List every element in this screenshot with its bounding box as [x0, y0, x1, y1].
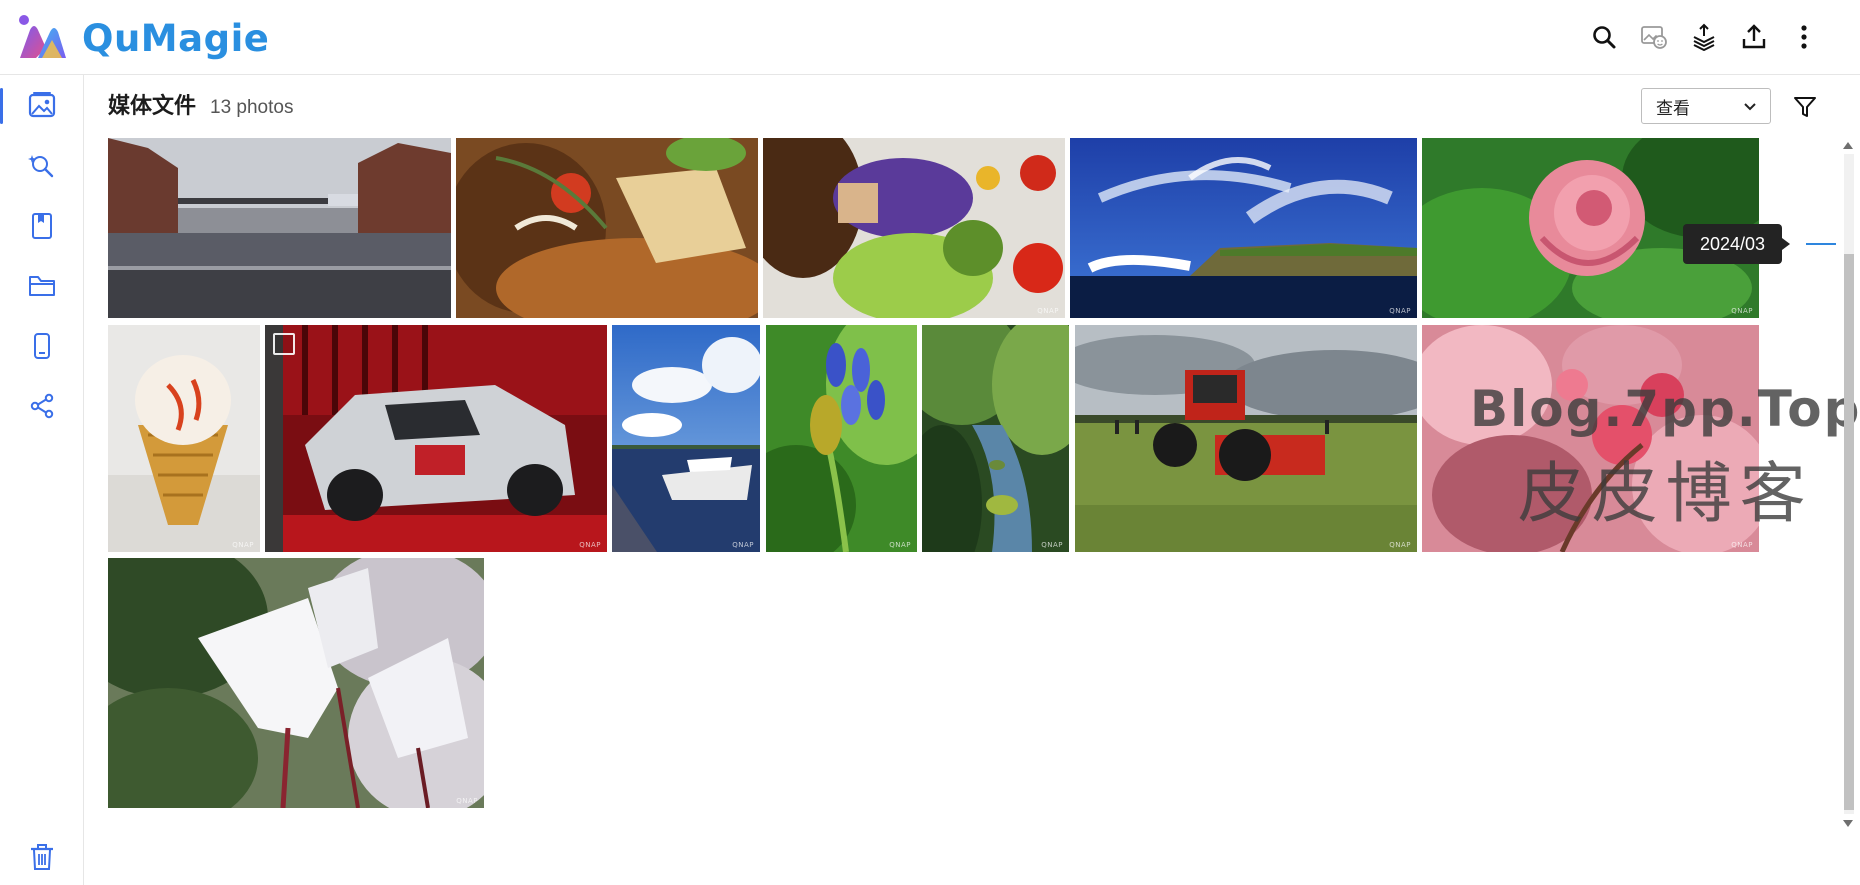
chevron-down-icon: [1744, 103, 1756, 111]
top-actions: [1586, 16, 1822, 58]
photo-tile[interactable]: [456, 138, 758, 318]
search-icon: [1593, 26, 1616, 49]
photo-sea-cliff-blue-sky: [1070, 138, 1417, 318]
view-select[interactable]: 查看: [1641, 88, 1771, 124]
view-select-value: 查看: [1656, 98, 1690, 119]
photo-blue-agapanthus: [766, 325, 917, 552]
photo-yacht-harbor: [612, 325, 760, 552]
timeline-marker[interactable]: [1806, 243, 1836, 245]
app-name: QuMagie: [82, 16, 270, 60]
photo-food-vegetables: [763, 138, 1065, 318]
trash-icon: [31, 844, 53, 870]
photo-watermark: QNAP: [456, 797, 478, 805]
photo-red-tractor: [1075, 325, 1417, 552]
photo-brick-warehouse-canal: [108, 138, 451, 318]
photo-tile[interactable]: [108, 138, 451, 318]
filter-icon: [1794, 97, 1816, 117]
photo-pink-blossoms: [1422, 325, 1759, 552]
more-menu-button[interactable]: [1786, 16, 1822, 58]
photo-white-cyclamen: [108, 558, 484, 808]
photo-watermark: QNAP: [1389, 541, 1411, 549]
photo-tile[interactable]: QNAP: [1075, 325, 1417, 552]
photo-watermark: QNAP: [1037, 307, 1059, 315]
photo-watermark: QNAP: [1731, 541, 1753, 549]
album-icon: [32, 213, 52, 239]
background-tasks-button[interactable]: [1686, 16, 1722, 58]
face-photo-icon: [1641, 26, 1667, 49]
photos-icon: [28, 92, 56, 118]
photo-tile[interactable]: QNAP: [763, 138, 1065, 318]
photo-tile[interactable]: QNAP: [766, 325, 917, 552]
filter-button[interactable]: [1789, 91, 1821, 123]
upload-icon: [1742, 24, 1766, 49]
photo-watermark: QNAP: [579, 541, 601, 549]
photo-watermark: QNAP: [1041, 541, 1063, 549]
magic-search-icon: [28, 155, 54, 178]
qumagie-logo-icon: [16, 14, 68, 62]
photo-tile[interactable]: QNAP: [265, 325, 607, 552]
sidebar-item-photos[interactable]: [0, 82, 84, 130]
mobile-device-icon: [34, 333, 50, 359]
photo-tile[interactable]: QNAP: [922, 325, 1069, 552]
upload-button[interactable]: [1736, 16, 1772, 58]
scrollbar-thumb[interactable]: [1844, 254, 1854, 810]
sidebar-item-folders[interactable]: [0, 262, 84, 310]
top-bar: QuMagie: [0, 0, 1860, 75]
face-recognition-button[interactable]: [1636, 16, 1672, 58]
sidebar-item-trash[interactable]: [0, 833, 84, 881]
photo-watermark: QNAP: [732, 541, 754, 549]
photo-count: 13 photos: [210, 97, 294, 118]
app-logo[interactable]: QuMagie: [16, 13, 269, 63]
tasks-stack-icon: [1693, 23, 1715, 51]
folder-icon: [29, 276, 55, 296]
timeline-date-tooltip: 2024/03: [1683, 224, 1791, 264]
photo-tile[interactable]: QNAP: [108, 558, 484, 808]
photo-watermark: QNAP: [232, 541, 254, 549]
photo-watermark: QNAP: [1389, 307, 1411, 315]
sidebar-item-device[interactable]: [0, 322, 84, 370]
share-icon: [30, 393, 54, 419]
sidebar: [0, 75, 84, 885]
sidebar-item-shared[interactable]: [0, 382, 84, 430]
photo-tile[interactable]: QNAP: [612, 325, 760, 552]
photo-ice-cream-cone: [108, 325, 260, 552]
more-vertical-icon: [1801, 25, 1807, 49]
photo-food-curry-plate: [456, 138, 758, 318]
photo-watermark: QNAP: [889, 541, 911, 549]
scroll-down-arrow[interactable]: [1843, 820, 1853, 827]
scrollbar[interactable]: [1842, 140, 1854, 832]
photo-forest-stream: [922, 325, 1069, 552]
photo-tile[interactable]: QNAP: [1070, 138, 1417, 318]
photo-watermark: QNAP: [1731, 307, 1753, 315]
photo-race-car: [265, 325, 607, 552]
search-button[interactable]: [1586, 16, 1622, 58]
photo-tile[interactable]: QNAP: [108, 325, 260, 552]
sidebar-item-smart-albums[interactable]: [0, 142, 84, 190]
photo-tile[interactable]: QNAP: [1422, 325, 1759, 552]
sidebar-item-albums[interactable]: [0, 202, 84, 250]
photo-select-checkbox[interactable]: [273, 333, 295, 355]
page-title: 媒体文件: [108, 94, 197, 119]
scroll-up-arrow[interactable]: [1843, 142, 1853, 149]
content-header: 媒体文件 13 photos: [108, 88, 293, 124]
